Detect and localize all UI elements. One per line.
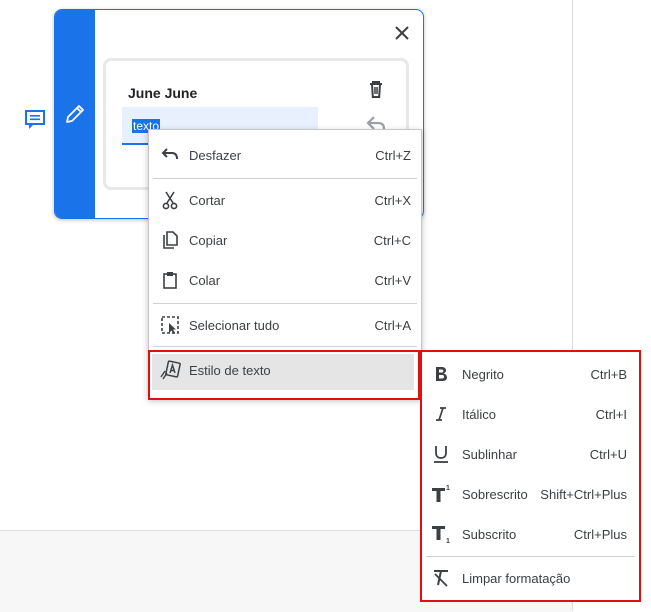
- clear-formatting-icon: [434, 570, 448, 587]
- paste-icon: [163, 272, 177, 289]
- submenu-item-superscript[interactable]: 1 Sobrescrito Shift+Ctrl+Plus: [422, 474, 635, 514]
- submenu-item-underline[interactable]: Sublinhar Ctrl+U: [422, 434, 635, 474]
- scissors-icon: [162, 191, 178, 210]
- menu-item-copy[interactable]: Copiar Ctrl+C: [149, 220, 421, 260]
- menu-separator: [153, 303, 417, 304]
- underline-icon: [434, 446, 448, 463]
- submenu-item-label: Itálico: [462, 406, 496, 422]
- menu-item-select-all[interactable]: Selecionar tudo Ctrl+A: [149, 305, 421, 345]
- italic-icon: [436, 407, 446, 421]
- svg-text:1: 1: [446, 538, 450, 544]
- menu-item-shortcut: Ctrl+A: [374, 317, 411, 333]
- submenu-item-shortcut: Ctrl+U: [589, 446, 627, 462]
- menu-item-label: Cortar: [189, 192, 226, 208]
- submenu-item-shortcut: Ctrl+Plus: [573, 526, 627, 542]
- submenu-item-label: Sobrescrito: [462, 486, 528, 502]
- menu-item-label: Copiar: [189, 232, 228, 248]
- copy-icon: [163, 231, 178, 249]
- menu-item-undo[interactable]: Desfazer Ctrl+Z: [149, 135, 421, 175]
- menu-separator: [153, 346, 417, 347]
- text-style-submenu: Negrito Ctrl+B Itálico Ctrl+I Sublinhar …: [420, 350, 641, 602]
- pencil-icon: [66, 105, 84, 123]
- close-button[interactable]: [389, 20, 415, 46]
- submenu-item-label: Sublinhar: [462, 446, 517, 462]
- card-sidebar: [55, 10, 95, 218]
- submenu-item-clear-formatting[interactable]: Limpar formatação: [422, 558, 635, 598]
- svg-text:1: 1: [446, 485, 450, 492]
- submenu-item-italic[interactable]: Itálico Ctrl+I: [422, 394, 635, 434]
- context-menu: Desfazer Ctrl+Z Cortar Ctrl+X Copiar Ctr…: [148, 129, 422, 400]
- undo-icon: [161, 148, 178, 160]
- menu-item-label: Desfazer: [189, 147, 242, 163]
- menu-item-shortcut: Ctrl+Z: [375, 147, 411, 163]
- submenu-item-label: Subscrito: [462, 526, 517, 542]
- submenu-item-label: Limpar formatação: [462, 570, 571, 586]
- submenu-item-shortcut: Ctrl+I: [595, 406, 627, 422]
- submenu-item-label: Negrito: [462, 366, 504, 382]
- menu-item-cut[interactable]: Cortar Ctrl+X: [149, 180, 421, 220]
- submenu-separator: [426, 556, 635, 557]
- bold-icon: [436, 367, 447, 381]
- menu-item-label: Selecionar tudo: [189, 317, 280, 333]
- menu-item-label: Estilo de texto: [189, 362, 271, 378]
- menu-item-paste[interactable]: Colar Ctrl+V: [149, 260, 421, 300]
- comment-marker-icon[interactable]: [25, 110, 45, 130]
- comment-author: June June: [128, 85, 198, 101]
- submenu-item-shortcut: Ctrl+B: [590, 366, 627, 382]
- subscript-icon: 1: [432, 526, 450, 544]
- submenu-item-shortcut: Shift+Ctrl+Plus: [540, 486, 627, 502]
- text-style-icon: [160, 360, 181, 380]
- close-icon: [395, 26, 409, 40]
- select-all-icon: [161, 316, 179, 334]
- menu-item-shortcut: Ctrl+C: [373, 232, 411, 248]
- trash-icon[interactable]: [364, 77, 388, 101]
- menu-item-shortcut: Ctrl+X: [374, 192, 411, 208]
- menu-item-text-style[interactable]: Estilo de texto: [149, 350, 417, 390]
- submenu-item-subscript[interactable]: 1 Subscrito Ctrl+Plus: [422, 514, 635, 554]
- menu-separator: [153, 178, 417, 179]
- menu-item-label: Colar: [189, 272, 221, 288]
- menu-item-shortcut: Ctrl+V: [374, 272, 411, 288]
- submenu-item-bold[interactable]: Negrito Ctrl+B: [422, 354, 635, 394]
- superscript-icon: 1: [432, 485, 450, 502]
